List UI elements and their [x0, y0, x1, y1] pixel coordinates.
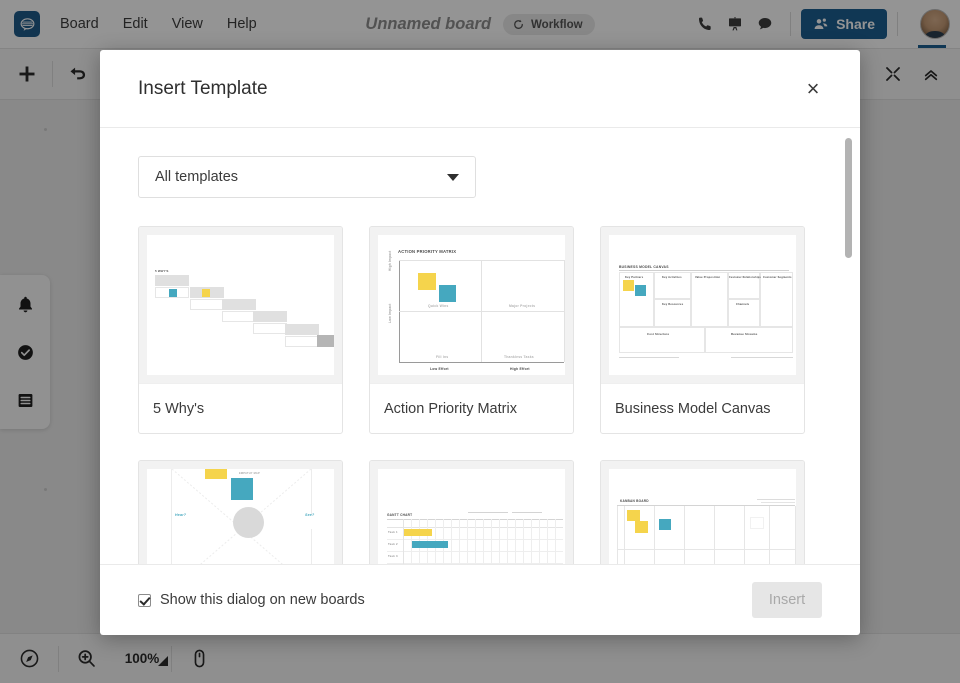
checkbox-box[interactable]	[138, 594, 151, 607]
show-dialog-checkbox[interactable]: Show this dialog on new boards	[138, 592, 365, 608]
template-name: 5 Why's	[139, 383, 342, 433]
thumb-row-task3: Task 3	[388, 554, 398, 558]
template-name: Business Model Canvas	[601, 383, 804, 433]
thumb-axis-low-effort: Low Effort	[430, 367, 449, 371]
thumb-title: GANTT CHART	[387, 513, 412, 517]
thumb-axis-high-impact: High Impact	[388, 251, 392, 271]
close-icon[interactable]: ×	[798, 74, 828, 104]
thumb-title: BUSINESS MODEL CANVAS	[619, 265, 669, 269]
template-thumbnail: EMPATHY MAP Hear? See?	[139, 461, 342, 564]
insert-template-dialog: Insert Template × All templates 5 WHY'S	[100, 50, 860, 635]
template-card-kanban-board[interactable]: KANBAN BOARD	[600, 460, 805, 564]
template-thumbnail: ACTION PRIORITY MATRIX High Impact Low I…	[370, 227, 573, 383]
thumb-section-channels: Channels	[736, 303, 749, 306]
dialog-scrollbar-thumb[interactable]	[845, 138, 852, 258]
dialog-header: Insert Template ×	[100, 50, 860, 128]
dialog-footer: Show this dialog on new boards Insert	[100, 564, 860, 635]
thumb-label-see: See?	[305, 513, 314, 517]
thumb-axis-low-impact: Low Impact	[388, 303, 392, 323]
checkbox-label: Show this dialog on new boards	[160, 592, 365, 608]
template-name: Action Priority Matrix	[370, 383, 573, 433]
template-card-business-model-canvas[interactable]: BUSINESS MODEL CANVAS Key Partne	[600, 226, 805, 434]
template-card-empathy-map[interactable]: EMPATHY MAP Hear? See? Empathy Map	[138, 460, 343, 564]
thumb-section-customer-relationships: Customer Relationships	[729, 276, 761, 279]
thumb-section-customer-segments: Customer Segments	[763, 276, 792, 279]
template-grid: 5 WHY'S	[138, 226, 822, 564]
filter-row: All templates	[138, 128, 822, 198]
template-thumbnail: KANBAN BOARD	[601, 461, 804, 564]
thumb-axis-high-effort: High Effort	[510, 367, 530, 371]
thumb-quadrant-quick-wins: Quick Wins	[428, 304, 448, 308]
dialog-body[interactable]: All templates 5 WHY'S	[100, 128, 860, 564]
thumb-section-key-activities: Key Activities	[662, 276, 682, 279]
template-thumbnail: BUSINESS MODEL CANVAS Key Partne	[601, 227, 804, 383]
template-thumbnail: GANTT CHART	[370, 461, 573, 564]
thumb-section-value-proposition: Value Proposition	[695, 276, 720, 279]
template-thumbnail: 5 WHY'S	[139, 227, 342, 383]
dialog-scrollbar-track[interactable]	[849, 128, 856, 564]
thumb-section-key-partners: Key Partners	[625, 276, 643, 279]
thumb-title: EMPATHY MAP	[239, 472, 260, 475]
thumb-quadrant-fill-ins: Fill Ins	[436, 355, 448, 359]
template-card-gantt-chart[interactable]: GANTT CHART	[369, 460, 574, 564]
dialog-title: Insert Template	[138, 78, 268, 100]
chevron-down-icon	[447, 174, 459, 181]
thumb-quadrant-thankless-tasks: Thankless Tasks	[504, 355, 534, 359]
thumb-row-task2: Task 2	[388, 542, 398, 546]
insert-button[interactable]: Insert	[752, 582, 822, 618]
thumb-title: 5 WHY'S	[155, 269, 169, 273]
thumb-row-task1: Task 1	[388, 530, 398, 534]
thumb-title: ACTION PRIORITY MATRIX	[398, 249, 456, 254]
template-filter-select[interactable]: All templates	[138, 156, 476, 198]
template-card-action-priority-matrix[interactable]: ACTION PRIORITY MATRIX High Impact Low I…	[369, 226, 574, 434]
thumb-label-hear: Hear?	[175, 513, 186, 517]
thumb-section-key-resources: Key Resources	[662, 303, 683, 306]
thumb-section-cost-structure: Cost Structure	[647, 332, 669, 336]
template-filter-value: All templates	[155, 169, 238, 185]
template-card-five-whys[interactable]: 5 WHY'S	[138, 226, 343, 434]
thumb-title: KANBAN BOARD	[620, 499, 649, 503]
thumb-section-revenue-streams: Revenue Streams	[731, 332, 757, 336]
thumb-quadrant-major-projects: Major Projects	[509, 304, 535, 308]
